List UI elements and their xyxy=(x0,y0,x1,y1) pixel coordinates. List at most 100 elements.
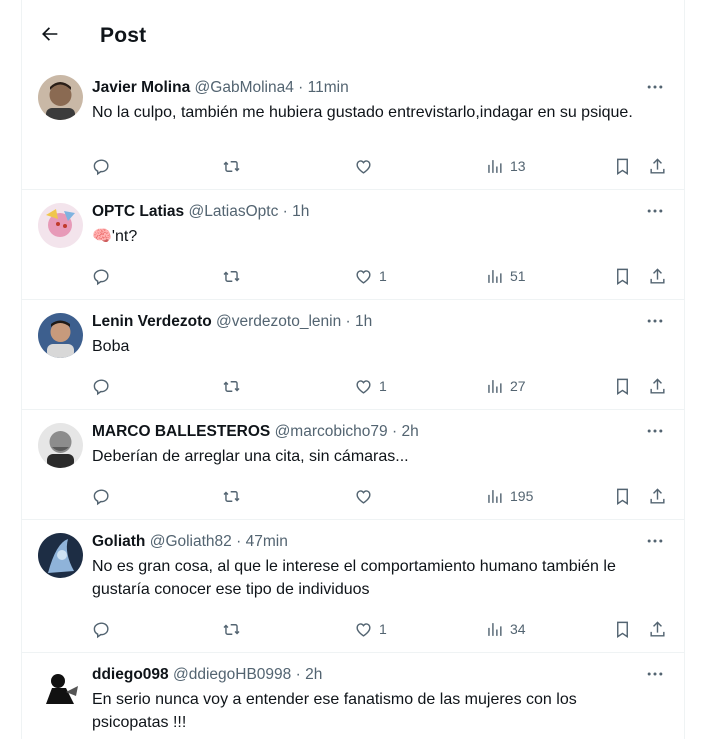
reply-item[interactable]: Lenin Verdezoto @verdezoto_lenin · 1h Bo… xyxy=(22,300,684,410)
share-icon xyxy=(650,620,665,637)
user-handle[interactable]: @verdezoto_lenin xyxy=(216,313,341,330)
reply-text: Deberían de arreglar una cita, sin cámar… xyxy=(92,448,409,465)
more-options-button[interactable] xyxy=(644,310,666,332)
bookmark-button[interactable] xyxy=(613,154,632,178)
like-button[interactable]: 1 xyxy=(354,374,387,398)
like-button[interactable]: 1 xyxy=(354,264,387,288)
display-name[interactable]: Javier Molina xyxy=(92,79,190,96)
avatar[interactable] xyxy=(38,666,83,711)
views-button[interactable]: 13 xyxy=(485,154,526,178)
views-icon xyxy=(488,159,502,173)
share-button[interactable] xyxy=(648,617,667,641)
like-button[interactable]: 1 xyxy=(354,617,387,641)
reply-header: Goliath @Goliath82 · 47min xyxy=(92,532,288,552)
repost-icon xyxy=(223,160,240,172)
bookmark-icon xyxy=(617,621,628,638)
more-icon xyxy=(647,429,663,433)
more-options-button[interactable] xyxy=(644,76,666,98)
repost-button[interactable] xyxy=(222,617,241,641)
like-button[interactable] xyxy=(354,154,379,178)
display-name[interactable]: ddiego098 xyxy=(92,666,169,683)
reply-button[interactable] xyxy=(92,264,111,288)
reply-item[interactable]: Goliath @Goliath82 · 47min No es gran co… xyxy=(22,520,684,653)
action-bar: 1 34 xyxy=(92,617,672,641)
action-bar: 195 xyxy=(92,484,672,508)
share-button[interactable] xyxy=(648,264,667,288)
timestamp[interactable]: 1h xyxy=(355,313,372,330)
timestamp[interactable]: 1h xyxy=(292,203,309,220)
timestamp[interactable]: 47min xyxy=(246,533,288,550)
more-options-button[interactable] xyxy=(644,420,666,442)
reply-item[interactable]: ddiego098 @ddiegoHB0998 · 2h En serio nu… xyxy=(22,653,684,739)
reply-text: No es gran cosa, al que le interese el c… xyxy=(92,558,616,598)
views-button[interactable]: 195 xyxy=(485,484,533,508)
repost-button[interactable] xyxy=(222,154,241,178)
heart-icon xyxy=(356,379,371,394)
repost-button[interactable] xyxy=(222,484,241,508)
repost-icon xyxy=(223,623,240,635)
avatar[interactable] xyxy=(38,533,83,578)
user-handle[interactable]: @ddiegoHB0998 xyxy=(173,666,291,683)
bookmark-button[interactable] xyxy=(613,374,632,398)
display-name[interactable]: OPTC Latias xyxy=(92,203,184,220)
views-button[interactable]: 27 xyxy=(485,374,526,398)
views-icon xyxy=(488,622,502,636)
reply-button[interactable] xyxy=(92,374,111,398)
top-bar: Post xyxy=(22,0,684,66)
share-icon xyxy=(650,377,665,394)
repost-button[interactable] xyxy=(222,374,241,398)
user-handle[interactable]: @GabMolina4 xyxy=(195,79,294,96)
reply-text: 🧠'nt? xyxy=(92,228,138,245)
display-name[interactable]: Lenin Verdezoto xyxy=(92,313,212,330)
share-button[interactable] xyxy=(648,154,667,178)
repost-icon xyxy=(223,380,240,392)
views-button[interactable]: 51 xyxy=(485,264,526,288)
reply-button[interactable] xyxy=(92,617,111,641)
bookmark-icon xyxy=(617,158,628,175)
more-options-button[interactable] xyxy=(644,530,666,552)
page-title: Post xyxy=(100,24,147,47)
heart-icon xyxy=(356,622,371,637)
bookmark-button[interactable] xyxy=(613,617,632,641)
display-name[interactable]: Goliath xyxy=(92,533,145,550)
avatar[interactable] xyxy=(38,75,83,120)
repost-button[interactable] xyxy=(222,264,241,288)
share-button[interactable] xyxy=(648,484,667,508)
reply-icon xyxy=(93,378,109,395)
bookmark-button[interactable] xyxy=(613,484,632,508)
reply-icon xyxy=(93,488,109,505)
like-button[interactable] xyxy=(354,484,379,508)
more-options-button[interactable] xyxy=(644,200,666,222)
avatar[interactable] xyxy=(38,203,83,248)
reply-text: Boba xyxy=(92,338,130,355)
share-icon xyxy=(650,267,665,284)
user-handle[interactable]: @LatiasOptc xyxy=(188,203,278,220)
timestamp[interactable]: 2h xyxy=(305,666,322,683)
separator-dot: · xyxy=(345,313,351,330)
separator-dot: · xyxy=(282,203,288,220)
share-button[interactable] xyxy=(648,374,667,398)
view-count: 195 xyxy=(510,488,534,504)
heart-icon xyxy=(356,489,371,504)
like-count: 1 xyxy=(379,378,387,394)
share-icon xyxy=(650,487,665,504)
reply-button[interactable] xyxy=(92,484,111,508)
reply-item[interactable]: Javier Molina @GabMolina4 · 11min No la … xyxy=(22,66,684,190)
timestamp[interactable]: 11min xyxy=(308,79,349,96)
user-handle[interactable]: @marcobicho79 xyxy=(275,423,388,440)
avatar[interactable] xyxy=(38,423,83,468)
reply-item[interactable]: OPTC Latias @LatiasOptc · 1h 🧠'nt? 1 51 xyxy=(22,190,684,300)
more-options-button[interactable] xyxy=(644,663,666,685)
avatar[interactable] xyxy=(38,313,83,358)
action-bar: 1 51 xyxy=(92,264,672,288)
reply-header: Lenin Verdezoto @verdezoto_lenin · 1h xyxy=(92,312,372,332)
views-button[interactable]: 34 xyxy=(485,617,526,641)
more-icon xyxy=(647,85,663,89)
reply-button[interactable] xyxy=(92,154,111,178)
display-name[interactable]: MARCO BALLESTEROS xyxy=(92,423,270,440)
user-handle[interactable]: @Goliath82 xyxy=(150,533,232,550)
timestamp[interactable]: 2h xyxy=(401,423,418,440)
back-button[interactable] xyxy=(38,22,62,46)
bookmark-button[interactable] xyxy=(613,264,632,288)
reply-item[interactable]: MARCO BALLESTEROS @marcobicho79 · 2h Deb… xyxy=(22,410,684,520)
